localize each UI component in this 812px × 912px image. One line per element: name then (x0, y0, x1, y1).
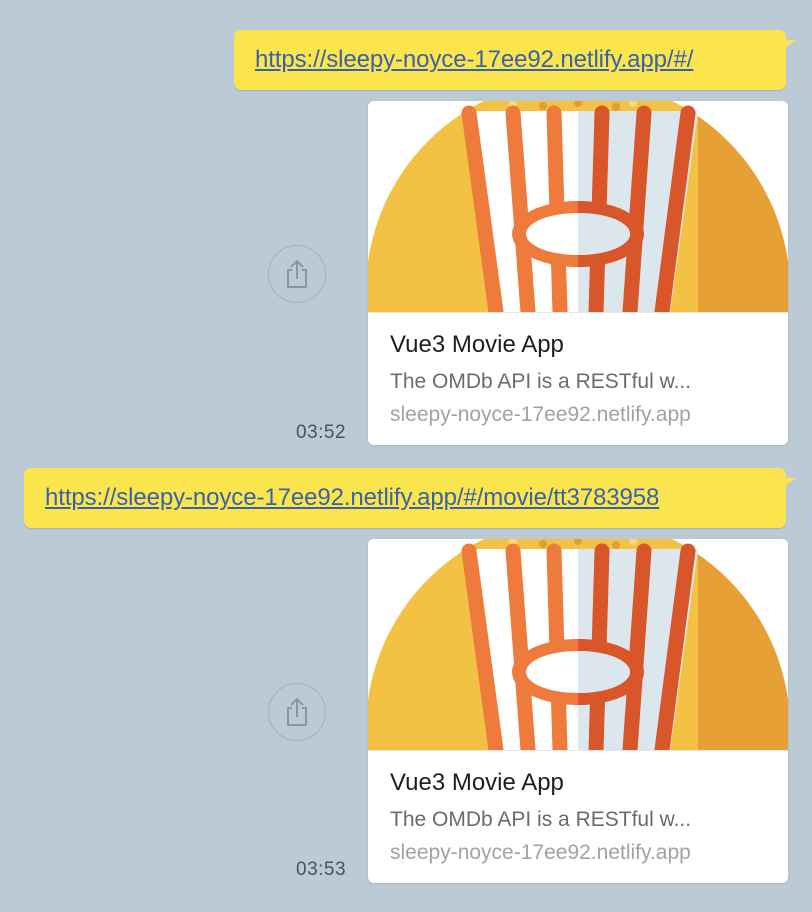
share-icon (287, 260, 307, 288)
preview-domain: sleepy-noyce-17ee92.netlify.app (390, 403, 691, 426)
link-preview-card[interactable]: Vue3 Movie App The OMDb API is a RESTful… (368, 539, 788, 883)
message-timestamp: 03:53 (296, 859, 347, 880)
preview-thumbnail (368, 539, 788, 751)
message-bubble[interactable]: https://sleepy-noyce-17ee92.netlify.app/… (24, 468, 796, 528)
preview-description: The OMDb API is a RESTful w... (390, 370, 692, 393)
message-link[interactable]: https://sleepy-noyce-17ee92.netlify.app/… (45, 484, 659, 512)
message-link[interactable]: https://sleepy-noyce-17ee92.netlify.app/… (255, 46, 693, 74)
message-bubble[interactable]: https://sleepy-noyce-17ee92.netlify.app/… (234, 30, 796, 90)
preview-thumbnail (368, 101, 788, 313)
share-icon (287, 698, 307, 726)
preview-description: The OMDb API is a RESTful w... (390, 808, 692, 831)
preview-domain: sleepy-noyce-17ee92.netlify.app (390, 841, 691, 864)
popcorn-icon (368, 539, 788, 750)
share-button[interactable] (268, 245, 326, 303)
popcorn-icon (368, 101, 788, 312)
preview-title: Vue3 Movie App (390, 331, 564, 358)
share-button[interactable] (268, 683, 326, 741)
link-preview-card[interactable]: Vue3 Movie App The OMDb API is a RESTful… (368, 101, 788, 445)
preview-title: Vue3 Movie App (390, 769, 564, 796)
message-timestamp: 03:52 (296, 422, 347, 443)
